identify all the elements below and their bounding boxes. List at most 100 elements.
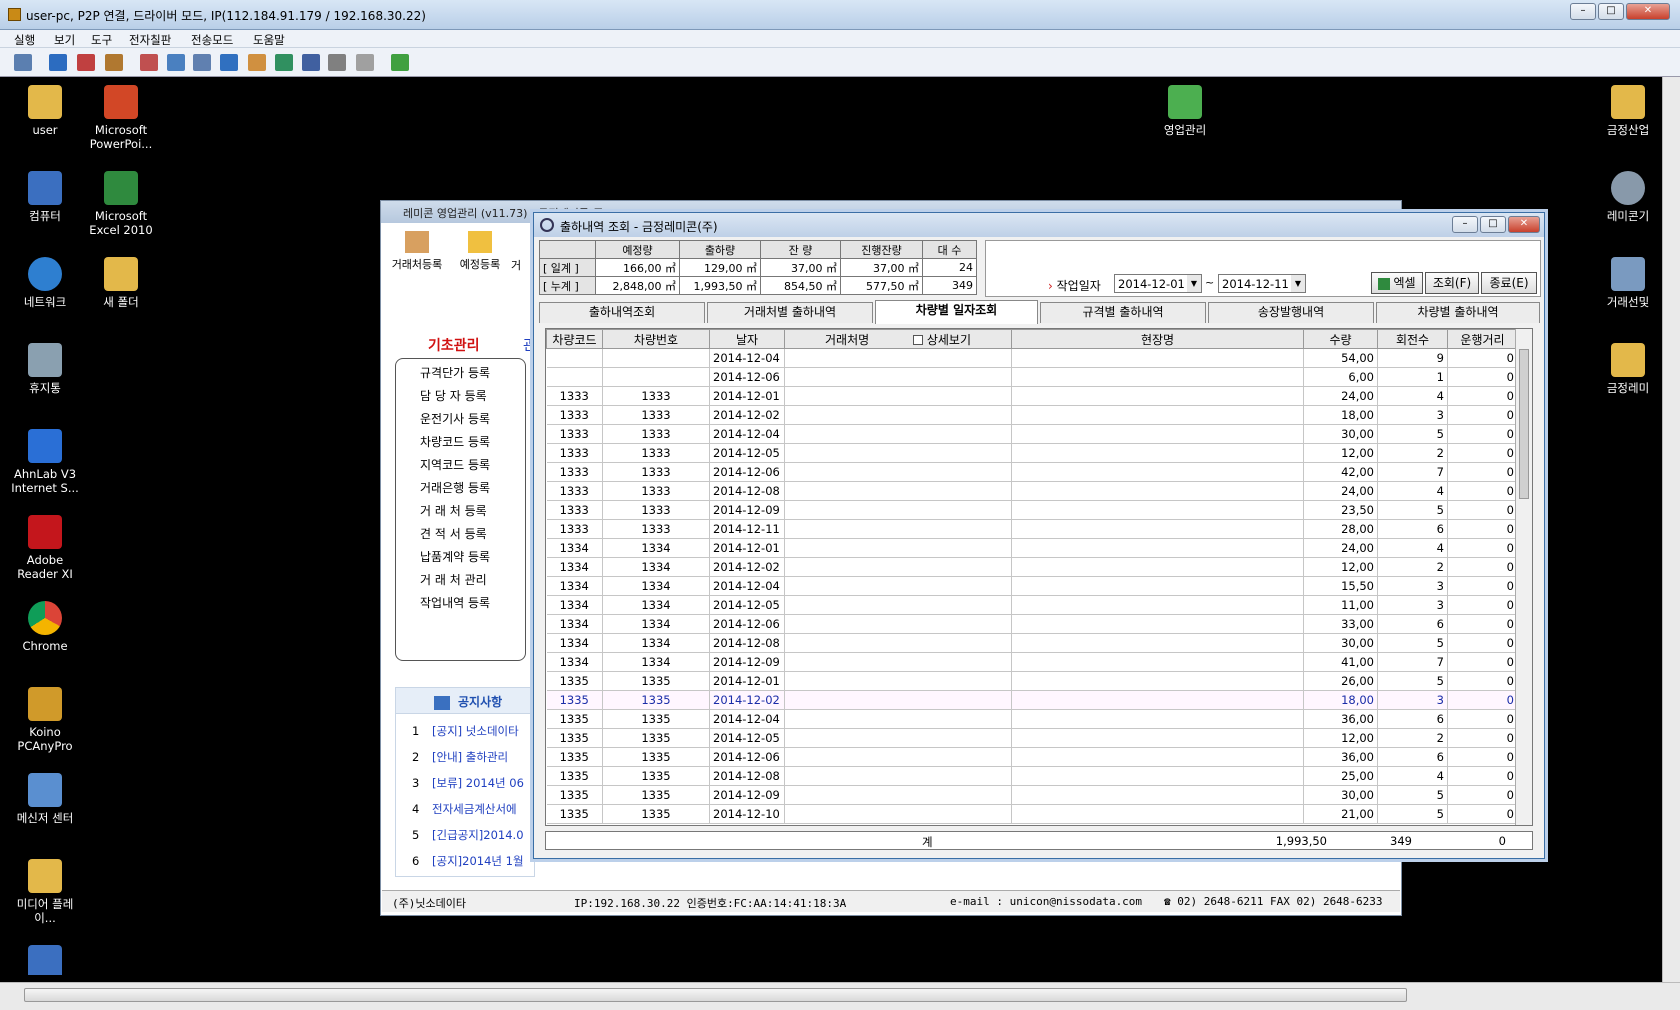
desktop-icon-sales[interactable]: 영업관리 bbox=[1146, 85, 1224, 137]
toolbar-monitor-icon[interactable] bbox=[49, 54, 67, 71]
toolbar-icon-10[interactable] bbox=[275, 54, 293, 71]
notice-item[interactable]: 5 [긴급공지]2014.0 bbox=[412, 822, 534, 848]
toolbar-globe-icon[interactable] bbox=[220, 54, 238, 71]
toolbar-plan-register[interactable]: 예정등록 bbox=[451, 231, 509, 272]
nav-manager[interactable]: 담 당 자 등록 bbox=[420, 387, 487, 404]
table-row[interactable]: 1333 1333 2014-12-04 30,00 5 0 bbox=[546, 424, 1532, 444]
desktop-icon-new-folder[interactable]: 새 폴더 bbox=[82, 257, 160, 309]
desktop-icon-clients[interactable]: 거래선및 bbox=[1594, 257, 1662, 309]
toolbar-icon-5[interactable] bbox=[140, 54, 158, 71]
tab-shipment-query[interactable]: 출하내역조회 bbox=[539, 302, 705, 323]
toolbar-icon-9[interactable] bbox=[248, 54, 266, 71]
table-row[interactable]: 1334 1334 2014-12-09 41,00 7 0 bbox=[546, 652, 1532, 672]
close-dialog-button[interactable]: 종료(E) bbox=[1481, 272, 1537, 294]
date-from-combo[interactable]: 2014-12-01 ▼ bbox=[1114, 274, 1202, 293]
toolbar-icon-6[interactable] bbox=[167, 54, 185, 71]
desktop-icon-powerpoint[interactable]: Microsoft PowerPoi... bbox=[82, 85, 160, 151]
toolbar-icon-11[interactable] bbox=[302, 54, 320, 71]
menu-help[interactable]: 도움말 bbox=[253, 32, 285, 48]
col-date[interactable]: 날자 bbox=[709, 329, 785, 349]
close-button[interactable]: ✕ bbox=[1626, 3, 1670, 20]
excel-button[interactable]: 엑셀 bbox=[1371, 272, 1423, 294]
table-row[interactable]: 1333 1333 2014-12-09 23,50 5 0 bbox=[546, 500, 1532, 520]
desktop-icon-recycle-bin[interactable]: 휴지통 bbox=[6, 343, 84, 395]
tab-by-vehicle-date[interactable]: 차량별 일자조회 bbox=[875, 300, 1038, 324]
table-row[interactable]: 1335 1335 2014-12-10 21,00 5 0 bbox=[546, 804, 1532, 824]
desktop-icon-computer[interactable]: 컴퓨터 bbox=[6, 171, 84, 223]
table-row[interactable]: 1335 1335 2014-12-02 18,00 3 0 bbox=[546, 690, 1532, 710]
minimize-button[interactable]: – bbox=[1570, 3, 1596, 20]
table-row[interactable]: 1334 1334 2014-12-06 33,00 6 0 bbox=[546, 614, 1532, 634]
nav-client-manage[interactable]: 거 래 처 관리 bbox=[420, 571, 487, 588]
col-vehicle-code[interactable]: 차량코드 bbox=[546, 329, 603, 349]
table-row[interactable]: 1335 1335 2014-12-01 26,00 5 0 bbox=[546, 671, 1532, 691]
table-row[interactable]: 1334 1334 2014-12-04 15,50 3 0 bbox=[546, 576, 1532, 596]
dialog-minimize-button[interactable]: – bbox=[1452, 216, 1478, 233]
table-row[interactable]: 1334 1334 2014-12-08 30,00 5 0 bbox=[546, 633, 1532, 653]
nav-bank[interactable]: 거래은행 등록 bbox=[420, 479, 490, 496]
desktop-icon-geumjeong[interactable]: 금정산업 bbox=[1594, 85, 1662, 137]
col-distance[interactable]: 운행거리 bbox=[1447, 329, 1518, 349]
tab-by-client[interactable]: 거래처별 출하내역 bbox=[707, 302, 873, 323]
menu-whiteboard[interactable]: 전자칠판 bbox=[129, 32, 171, 48]
notice-item[interactable]: 1 [공지] 넛소데이타 bbox=[412, 718, 534, 744]
detail-view-checkbox[interactable] bbox=[913, 335, 923, 345]
desktop-icon-geumjeong-remi[interactable]: 금정레미 bbox=[1594, 343, 1662, 395]
nav-work-history[interactable]: 작업내역 등록 bbox=[420, 594, 490, 611]
table-row[interactable]: 1333 1333 2014-12-05 12,00 2 0 bbox=[546, 443, 1532, 463]
remote-vertical-scrollbar[interactable] bbox=[1662, 77, 1680, 982]
desktop-icon-adobe-reader[interactable]: Adobe Reader XI bbox=[6, 515, 84, 581]
dialog-maximize-button[interactable]: □ bbox=[1480, 216, 1506, 233]
table-row[interactable]: 1335 1335 2014-12-09 30,00 5 0 bbox=[546, 785, 1532, 805]
nav-driver[interactable]: 운전기사 등록 bbox=[420, 410, 490, 427]
col-quantity[interactable]: 수량 bbox=[1303, 329, 1378, 349]
grid-scrollbar[interactable] bbox=[1515, 329, 1532, 825]
desktop-icon-excel[interactable]: Microsoft Excel 2010 bbox=[82, 171, 160, 237]
grid-scroll-thumb[interactable] bbox=[1519, 349, 1529, 499]
nav-region-code[interactable]: 지역코드 등록 bbox=[420, 456, 490, 473]
remote-horizontal-scrollbar[interactable] bbox=[0, 982, 1680, 1010]
toolbar-icon-12[interactable] bbox=[328, 54, 346, 71]
nav-spec-price[interactable]: 규격단가 등록 bbox=[420, 364, 490, 381]
table-row[interactable]: 1333 1333 2014-12-08 24,00 4 0 bbox=[546, 481, 1532, 501]
col-turns[interactable]: 회전수 bbox=[1377, 329, 1448, 349]
desktop-icon-remicon[interactable]: 레미콘기 bbox=[1594, 171, 1662, 223]
table-row[interactable]: 1334 1334 2014-12-02 12,00 2 0 bbox=[546, 557, 1532, 577]
toolbar-client-register[interactable]: 거래처등록 bbox=[387, 231, 447, 272]
desktop-icon-messenger[interactable]: 메신저 센터 bbox=[6, 773, 84, 825]
table-row[interactable]: 1335 1335 2014-12-05 12,00 2 0 bbox=[546, 728, 1532, 748]
toolbar-partial-item[interactable]: 거 bbox=[511, 257, 523, 273]
col-site[interactable]: 현장명 bbox=[1011, 329, 1304, 349]
table-row[interactable]: 1335 1335 2014-12-06 36,00 6 0 bbox=[546, 747, 1532, 767]
desktop-icon-partial[interactable] bbox=[6, 945, 84, 975]
toolbar-icon-14[interactable] bbox=[391, 54, 409, 71]
desktop-icon-media-player[interactable]: 미디어 플레이... bbox=[6, 859, 84, 925]
query-button[interactable]: 조회(F) bbox=[1425, 272, 1479, 294]
toolbar-icon-13[interactable] bbox=[356, 54, 374, 71]
toolbar-icon-4[interactable] bbox=[105, 54, 123, 71]
tab-invoice[interactable]: 송장발행내역 bbox=[1208, 302, 1374, 323]
maximize-button[interactable]: □ bbox=[1598, 3, 1624, 20]
notice-item[interactable]: 2 [안내] 출하관리 bbox=[412, 744, 534, 770]
toolbar-icon-1[interactable] bbox=[14, 54, 32, 71]
table-row[interactable]: 1335 1335 2014-12-04 36,00 6 0 bbox=[546, 709, 1532, 729]
table-row[interactable]: 1333 1333 2014-12-06 42,00 7 0 bbox=[546, 462, 1532, 482]
table-row[interactable]: 1333 1333 2014-12-11 28,00 6 0 bbox=[546, 519, 1532, 539]
desktop-icon-network[interactable]: 네트워크 bbox=[6, 257, 84, 309]
table-row[interactable]: 1333 1333 2014-12-02 18,00 3 0 bbox=[546, 405, 1532, 425]
menu-view[interactable]: 보기 bbox=[54, 32, 75, 48]
menu-tools[interactable]: 도구 bbox=[91, 32, 112, 48]
table-row[interactable]: 1334 1334 2014-12-05 11,00 3 0 bbox=[546, 595, 1532, 615]
nav-client[interactable]: 거 래 처 등록 bbox=[420, 502, 487, 519]
date-to-combo[interactable]: 2014-12-11 ▼ bbox=[1218, 274, 1306, 293]
desktop-icon-chrome[interactable]: Chrome bbox=[6, 601, 84, 653]
desktop-icon-user[interactable]: user bbox=[6, 85, 84, 137]
toolbar-icon-7[interactable] bbox=[193, 54, 211, 71]
toolbar-icon-3[interactable] bbox=[77, 54, 95, 71]
desktop-icon-koino[interactable]: Koino PCAnyPro bbox=[6, 687, 84, 753]
dialog-close-button[interactable]: ✕ bbox=[1508, 216, 1540, 233]
col-vehicle-number[interactable]: 차량번호 bbox=[602, 329, 710, 349]
notice-item[interactable]: 6 [공지]2014년 1월 bbox=[412, 848, 534, 874]
desktop-icon-ahnlab[interactable]: AhnLab V3 Internet S... bbox=[6, 429, 84, 495]
table-row[interactable]: 2014-12-04 54,00 9 0 bbox=[546, 348, 1532, 368]
